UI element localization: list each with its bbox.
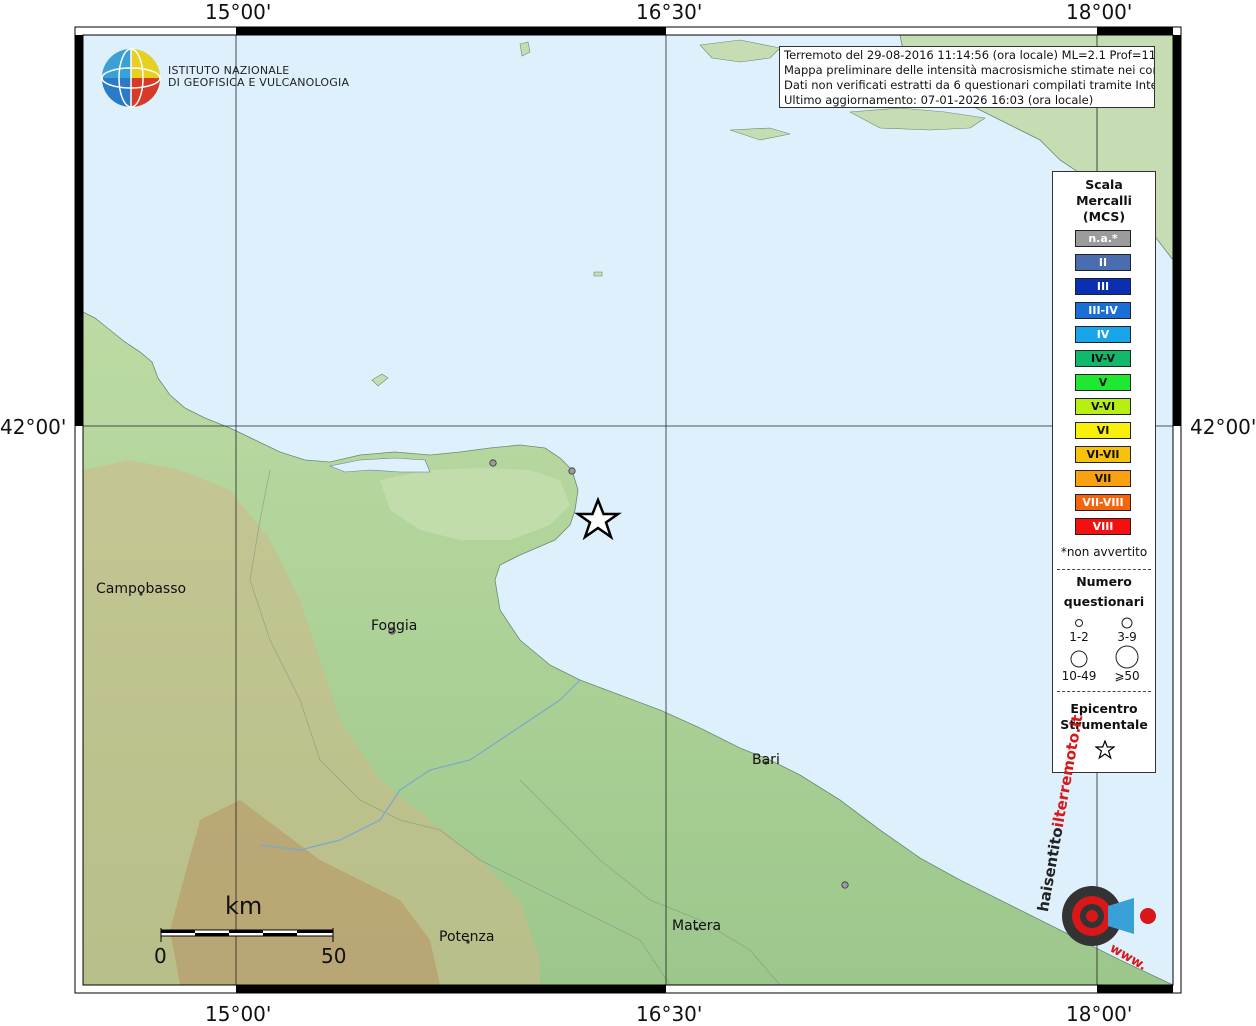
legend-class-swatch: III xyxy=(1075,278,1131,295)
lon-label-top-mid: 16°30' xyxy=(636,0,703,24)
legend-class-swatch: VI xyxy=(1075,422,1131,439)
lon-label-bottom-mid: 16°30' xyxy=(636,1002,703,1026)
institute-line2: DI GEOFISICA E VULCANOLOGIA xyxy=(168,76,350,89)
lon-label-top-right: 18°00' xyxy=(1066,0,1133,24)
city-label-foggia: Foggia xyxy=(371,618,418,634)
questionnaires-title-line2: questionari xyxy=(1063,594,1145,609)
info-line-map-description: Mappa preliminare delle intensità macros… xyxy=(784,63,1155,77)
legend-title-line1: Scala xyxy=(1085,177,1123,192)
info-line-data-source: Dati non verificati estratti da 6 questi… xyxy=(784,78,1155,92)
legend-class-swatch: V-VI xyxy=(1075,398,1131,415)
legend-title-line2: Mercalli xyxy=(1076,193,1132,208)
ingv-logo-icon xyxy=(101,48,161,108)
institute-name: ISTITUTO NAZIONALE DI GEOFISICA E VULCAN… xyxy=(168,65,349,89)
legend-note: *non avvertito xyxy=(1060,545,1148,559)
watermark-text-c: .it xyxy=(1065,713,1087,735)
city-label-campobasso: Campobasso xyxy=(96,581,187,597)
lon-label-bottom-right: 18°00' xyxy=(1066,1002,1133,1026)
legend-class-swatch: II xyxy=(1075,254,1131,271)
q-label-mid: 3-9 xyxy=(1117,630,1137,644)
legend-class-swatch: III-IV xyxy=(1075,302,1131,319)
observation-point xyxy=(841,881,849,889)
legend-class-swatch: VII-VIII xyxy=(1075,494,1131,511)
legend-class-swatch: V xyxy=(1075,374,1131,391)
legend-separator-2 xyxy=(1057,691,1151,692)
intensity-legend: Scala Mercalli (MCS) n.a.* II III III-IV IV I… xyxy=(1052,171,1156,773)
scale-start-label: 0 xyxy=(154,944,167,968)
island-pelagosa xyxy=(593,271,603,277)
q-label-large: 10-49 xyxy=(1061,669,1097,683)
observation-point xyxy=(568,467,576,475)
legend-title-line3: (MCS) xyxy=(1082,209,1126,224)
city-label-bari: Bari xyxy=(752,752,780,768)
info-line-last-update: Ultimo aggiornamento: 07-01-2026 16:03 (… xyxy=(784,93,1094,107)
legend-class-swatch: VI-VII xyxy=(1075,446,1131,463)
earthquake-info-box: Terremoto del 29-08-2016 11:14:56 (ora l… xyxy=(779,46,1155,108)
q-label-xlarge: ⩾50 xyxy=(1114,669,1140,683)
legend-star-icon xyxy=(1095,740,1115,760)
lon-label-bottom-left: 15°00' xyxy=(205,1002,272,1026)
lon-label-top-left: 15°00' xyxy=(205,0,272,24)
lat-label-right: 42°00' xyxy=(1190,415,1256,439)
haisentito-watermark: haisentitoilterremoto.it www. xyxy=(1034,713,1156,980)
scale-end-label: 50 xyxy=(321,944,347,968)
legend-class-swatch: VII xyxy=(1075,470,1131,487)
city-label-potenza: Potenza xyxy=(439,929,495,945)
city-label-matera: Matera xyxy=(672,918,722,934)
q-label-small: 1-2 xyxy=(1069,630,1089,644)
watermark-text-d: www. xyxy=(1106,940,1150,975)
scale-unit-label: km xyxy=(225,892,263,920)
legend-class-swatch: IV-V xyxy=(1075,350,1131,367)
legend-class-swatch: n.a.* xyxy=(1075,230,1131,247)
questionnaires-title-line1: Numero xyxy=(1076,574,1132,589)
legend-separator xyxy=(1057,569,1151,570)
legend-class-swatch: VIII xyxy=(1075,518,1131,535)
lat-label-left: 42°00' xyxy=(0,415,67,439)
info-line-event: Terremoto del 29-08-2016 11:14:56 (ora l… xyxy=(784,48,1155,62)
legend-class-swatch: IV xyxy=(1075,326,1131,343)
observation-point xyxy=(489,459,497,467)
